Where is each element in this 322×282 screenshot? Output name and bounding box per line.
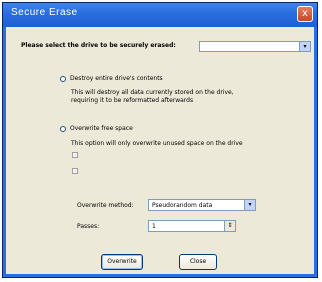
passes-stepper[interactable]: 1 ⇕: [148, 220, 236, 232]
method-select-value: Pseudorandom data: [152, 202, 213, 209]
option-checkbox-1[interactable]: [72, 152, 78, 158]
close-button[interactable]: Close: [179, 254, 217, 270]
destroy-radio[interactable]: [60, 76, 66, 82]
method-label: Overwrite method:: [77, 202, 134, 209]
overwrite-button[interactable]: Overwrite: [101, 254, 143, 270]
passes-value: 1: [152, 223, 156, 230]
window-frame: [3, 27, 317, 277]
drive-select-label: Please select the drive to be securely e…: [21, 42, 176, 49]
overwrite-description: This option will only overwrite unused s…: [71, 140, 243, 147]
chevron-down-icon[interactable]: ▾: [244, 200, 255, 210]
drive-select[interactable]: ▾: [199, 41, 311, 52]
spin-arrows-icon[interactable]: ⇕: [224, 221, 235, 231]
passes-label: Passes:: [77, 223, 100, 230]
close-icon: x: [302, 8, 308, 19]
window-title: Secure Erase: [11, 7, 78, 18]
destroy-option-label[interactable]: Destroy entire drive's contents: [70, 75, 163, 82]
overwrite-free-space-radio[interactable]: [60, 126, 66, 132]
method-select[interactable]: Pseudorandom data ▾: [148, 199, 256, 211]
chevron-down-icon[interactable]: ▾: [299, 42, 310, 51]
overwrite-free-space-label[interactable]: Overwrite free space: [70, 125, 133, 132]
secure-erase-dialog: Secure Erase x Please select the drive t…: [2, 2, 318, 278]
destroy-description-line-2: requiring it to be reformatted afterward…: [71, 97, 194, 104]
close-window-button[interactable]: x: [297, 6, 313, 22]
destroy-description-line-1: This will destroy all data currently sto…: [71, 89, 234, 96]
option-checkbox-2[interactable]: [72, 168, 78, 174]
title-bar[interactable]: Secure Erase x: [3, 3, 317, 27]
